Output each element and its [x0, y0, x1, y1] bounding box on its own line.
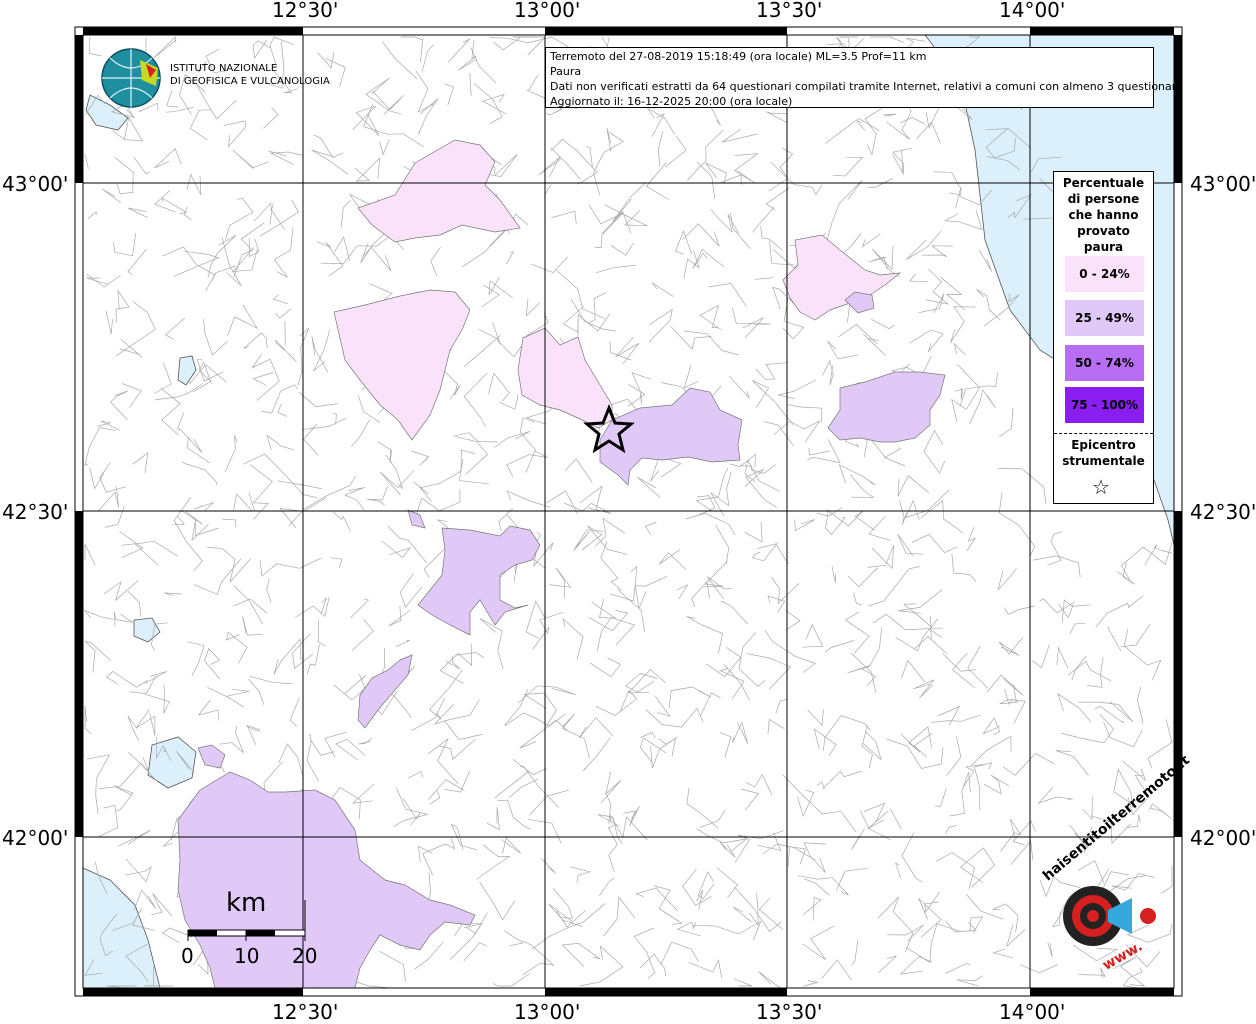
ingv-logo-line2: DI GEOFISICA E VULCANOLOGIA	[170, 76, 330, 87]
legend-title-line: provato	[1077, 224, 1130, 238]
lon-label-bottom-3: 13°30'	[756, 1000, 823, 1024]
legend-separator	[1054, 433, 1153, 434]
lon-label-bottom-1: 12°30'	[272, 1000, 339, 1024]
lat-label-left-1: 43°00'	[2, 172, 69, 196]
lon-label-top-2: 13°00'	[514, 0, 581, 22]
update-timestamp: Aggiornato il: 16-12-2025 20:00 (ora loc…	[550, 95, 793, 108]
ingv-logo-text: ISTITUTO NAZIONALE DI GEOFISICA E VULCAN…	[170, 62, 330, 88]
lat-label-left-3: 42°00'	[2, 826, 69, 850]
legend-title-line: che hanno	[1068, 208, 1139, 222]
scale-tick-20: 20	[292, 944, 318, 968]
scale-unit: km	[226, 888, 267, 918]
lat-label-right-1: 43°00'	[1190, 172, 1256, 196]
data-disclaimer: Dati non verificati estratti da 64 quest…	[550, 80, 1183, 93]
lat-label-left-2: 42°30'	[2, 500, 69, 524]
legend-class-75-100: 75 - 100%	[1065, 387, 1144, 423]
legend-title-line: di persone	[1067, 192, 1140, 206]
lon-label-top-3: 13°30'	[756, 0, 823, 22]
legend-class-25-49: 25 - 49%	[1065, 300, 1144, 336]
legend-title: Percentuale di persone che hanno provato…	[1054, 175, 1153, 255]
lon-label-top-1: 12°30'	[272, 0, 339, 22]
legend-epicenter-label: Epicentro strumentale	[1054, 437, 1153, 469]
event-info-box: Terremoto del 27-08-2019 15:18:49 (ora l…	[545, 47, 1183, 108]
lat-label-right-3: 42°00'	[1190, 826, 1256, 850]
legend-epicenter-line: strumentale	[1062, 454, 1145, 468]
lat-label-right-2: 42°30'	[1190, 500, 1256, 524]
legend-epicenter-star-icon: ☆	[1092, 475, 1110, 499]
legend-class-50-74: 50 - 74%	[1065, 345, 1144, 381]
event-summary: Terremoto del 27-08-2019 15:18:49 (ora l…	[550, 50, 927, 63]
lon-label-top-4: 14°00'	[999, 0, 1066, 22]
legend-epicenter-line: Epicentro	[1071, 438, 1136, 452]
legend-title-line: Percentuale	[1062, 176, 1145, 190]
scale-tick-0: 0	[181, 944, 194, 968]
lon-label-bottom-2: 13°00'	[514, 1000, 581, 1024]
ingv-logo-icon	[101, 48, 161, 108]
legend-class-0-24: 0 - 24%	[1065, 256, 1144, 292]
legend: Percentuale di persone che hanno provato…	[1053, 171, 1154, 504]
ingv-logo-line1: ISTITUTO NAZIONALE	[170, 63, 278, 74]
map-parameter: Paura	[550, 65, 582, 78]
lon-label-bottom-4: 14°00'	[999, 1000, 1066, 1024]
scale-tick-10: 10	[234, 944, 260, 968]
intensity-map	[74, 26, 1183, 997]
legend-title-line: paura	[1083, 240, 1124, 254]
